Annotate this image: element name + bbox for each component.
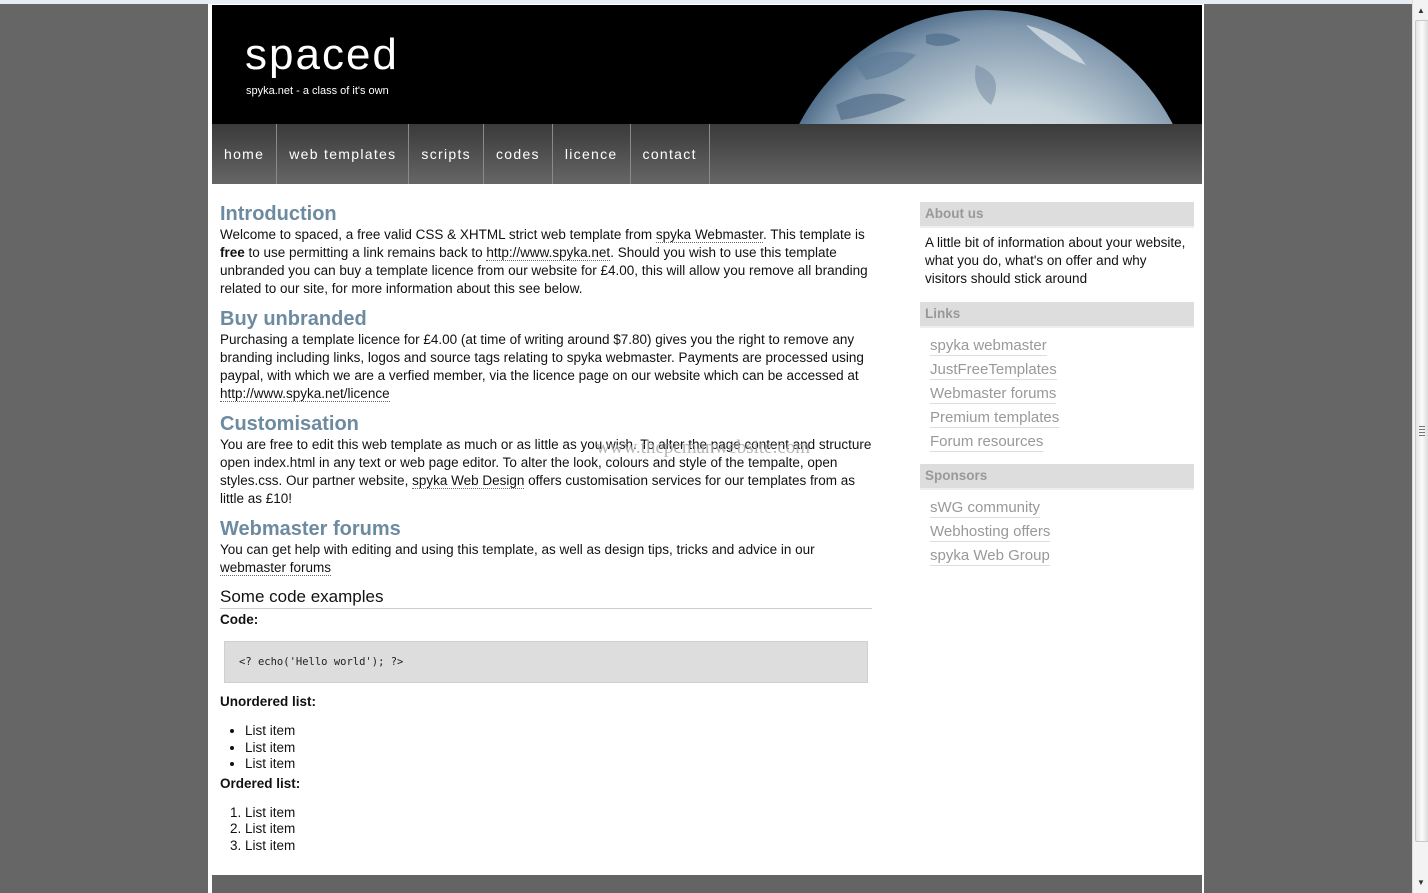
sidebar-link-justfreetemplates[interactable]: JustFreeTemplates	[930, 360, 1057, 380]
unordered-list: List item List item List item	[220, 723, 872, 773]
forums-heading: Webmaster forums	[220, 518, 401, 540]
sidebar-link-spyka-webmaster[interactable]: spyka webmaster	[930, 336, 1047, 356]
spyka-net-link[interactable]: http://www.spyka.net	[486, 245, 611, 261]
sidebar-link-forum-resources[interactable]: Forum resources	[930, 432, 1044, 452]
sponsors-list: sWG community Webhosting offers spyka We…	[920, 490, 1194, 578]
ordered-list-label: Ordered list:	[220, 775, 301, 791]
ordered-list: List item List item List item	[220, 805, 872, 855]
about-us-text: A little bit of information about your w…	[925, 235, 1186, 286]
site-header: spaced spyka.net - a class of it's own	[212, 5, 1202, 124]
intro-text: to use permitting a link remains back to	[244, 245, 487, 260]
intro-bold-text: free	[220, 245, 245, 260]
intro-heading: Introduction	[220, 203, 337, 225]
customisation-heading: Customisation	[220, 413, 359, 435]
unordered-list-label: Unordered list:	[220, 694, 317, 709]
code-label: Code:	[220, 612, 259, 627]
list-item: List item	[245, 838, 872, 855]
customisation-paragraph: You are free to edit this web template a…	[220, 436, 872, 508]
list-item: List item	[245, 723, 872, 740]
intro-text: . This template is	[762, 227, 865, 242]
list-item: List item	[245, 740, 872, 757]
buy-paragraph: Purchasing a template licence for £4.00 …	[220, 331, 872, 403]
site-footer	[212, 875, 1202, 893]
buy-heading: Buy unbranded	[220, 308, 367, 330]
sidebar-link-webhosting-offers[interactable]: Webhosting offers	[930, 522, 1051, 542]
intro-text: Welcome to spaced, a free valid CSS & XH…	[220, 227, 656, 242]
webmaster-forums-link[interactable]: webmaster forums	[220, 560, 332, 576]
links-heading: Links	[920, 302, 1194, 328]
nav-contact[interactable]: contact	[631, 124, 710, 184]
sidebar-link-premium-templates[interactable]: Premium templates	[930, 408, 1060, 428]
nav-home[interactable]: home	[212, 124, 278, 184]
spyka-web-design-link[interactable]: spyka Web Design	[412, 473, 525, 489]
main-nav: home web templates scripts codes licence…	[212, 124, 1202, 184]
spyka-webmaster-link[interactable]: spyka Webmaster	[655, 227, 763, 243]
nav-codes[interactable]: codes	[484, 124, 553, 184]
scroll-down-arrow-icon[interactable]: ▼	[1413, 874, 1428, 891]
vertical-scrollbar[interactable]: ▲ ▼	[1412, 0, 1428, 893]
nav-web-templates[interactable]: web templates	[277, 124, 410, 184]
scrollbar-grip-icon	[1419, 426, 1425, 436]
forums-text: You can get help with editing and using …	[220, 542, 815, 557]
page-container: spaced spyka.net - a class of it's own h…	[208, 4, 1204, 893]
forums-paragraph: You can get help with editing and using …	[220, 541, 872, 577]
site-tagline: spyka.net - a class of it's own	[246, 85, 389, 97]
site-title[interactable]: spaced	[245, 29, 399, 81]
code-block: <? echo('Hello world'); ?>	[224, 641, 868, 683]
list-item: List item	[245, 821, 872, 838]
sidebar-link-webmaster-forums[interactable]: Webmaster forums	[930, 384, 1057, 404]
sidebar: About us A little bit of information abo…	[920, 202, 1194, 578]
intro-paragraph: Welcome to spaced, a free valid CSS & XH…	[220, 226, 872, 298]
licence-link[interactable]: http://www.spyka.net/licence	[220, 386, 390, 402]
code-examples-heading: Some code examples	[220, 586, 872, 609]
links-list: spyka webmaster JustFreeTemplates Webmas…	[920, 328, 1194, 464]
buy-text: Purchasing a template licence for £4.00 …	[220, 332, 864, 383]
main-content: Introduction Welcome to spaced, a free v…	[220, 202, 872, 856]
sidebar-link-swg-community[interactable]: sWG community	[930, 498, 1041, 518]
list-item: List item	[245, 805, 872, 822]
nav-licence[interactable]: licence	[553, 124, 631, 184]
nav-scripts[interactable]: scripts	[409, 124, 484, 184]
scrollbar-thumb[interactable]	[1415, 20, 1428, 842]
sidebar-link-spyka-web-group[interactable]: spyka Web Group	[930, 546, 1050, 566]
list-item: List item	[245, 756, 872, 773]
earth-banner-image	[776, 5, 1202, 124]
about-us-heading: About us	[920, 202, 1194, 228]
scroll-up-arrow-icon[interactable]: ▲	[1413, 2, 1428, 19]
sponsors-heading: Sponsors	[920, 464, 1194, 490]
